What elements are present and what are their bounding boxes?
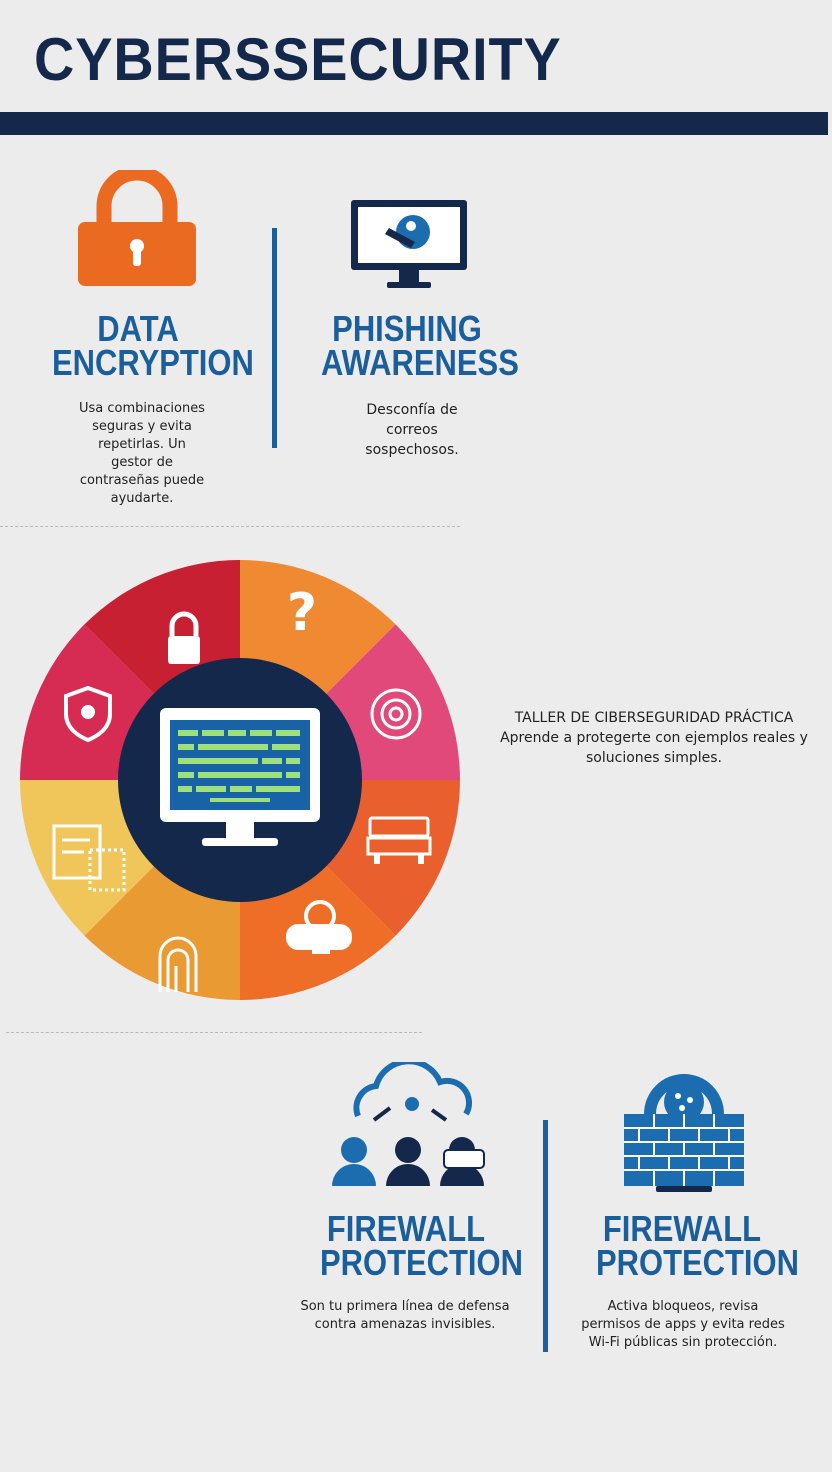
monitor-phishing-icon [351, 200, 467, 288]
phishing-awareness-description: Desconfía de correos sospechosos. [365, 402, 459, 458]
section-divider [0, 526, 460, 527]
heading-line: PROTECTION [320, 1242, 523, 1283]
firewall-description: Son tu primera línea de defensa contra a… [300, 1299, 510, 1332]
padlock-icon [78, 170, 196, 286]
workshop-subtitle: Aprende a protegerte con ejemplos reales… [500, 730, 808, 766]
heading-line: AWARENESS [321, 342, 519, 383]
security-wheel: ? [20, 560, 460, 1000]
cloud-users-icon [332, 1062, 485, 1186]
heading-line: ENCRYPTION [52, 342, 254, 383]
heading-line: DATA [97, 308, 179, 349]
firewall-heading: FIREWALL PROTECTION [596, 1208, 799, 1283]
divider [272, 228, 277, 448]
phishing-awareness-heading: PHISHING AWARENESS [321, 308, 519, 383]
page-title: CYBERSSECURITY [34, 26, 562, 93]
firewall-description: Activa bloqueos, revisa permisos de apps… [581, 1299, 785, 1350]
workshop-text: TALLER DE CIBERSEGURIDAD PRÁCTICA Aprend… [500, 708, 808, 768]
divider [543, 1120, 548, 1352]
question-icon: ? [287, 583, 317, 643]
section-divider [6, 1032, 422, 1033]
heading-line: PROTECTION [596, 1242, 799, 1283]
firewall-heading: FIREWALL PROTECTION [320, 1208, 523, 1283]
data-encryption-description: Usa combinaciones seguras y evita repeti… [79, 401, 205, 506]
heading-line: PHISHING [332, 308, 482, 349]
firewall-wall-icon [624, 1074, 744, 1192]
data-encryption-heading: DATA ENCRYPTION [52, 308, 254, 383]
workshop-title: TALLER DE CIBERSEGURIDAD PRÁCTICA [514, 710, 794, 726]
header-bar [0, 112, 828, 135]
heading-line: FIREWALL [326, 1208, 486, 1249]
heading-line: FIREWALL [602, 1208, 762, 1249]
